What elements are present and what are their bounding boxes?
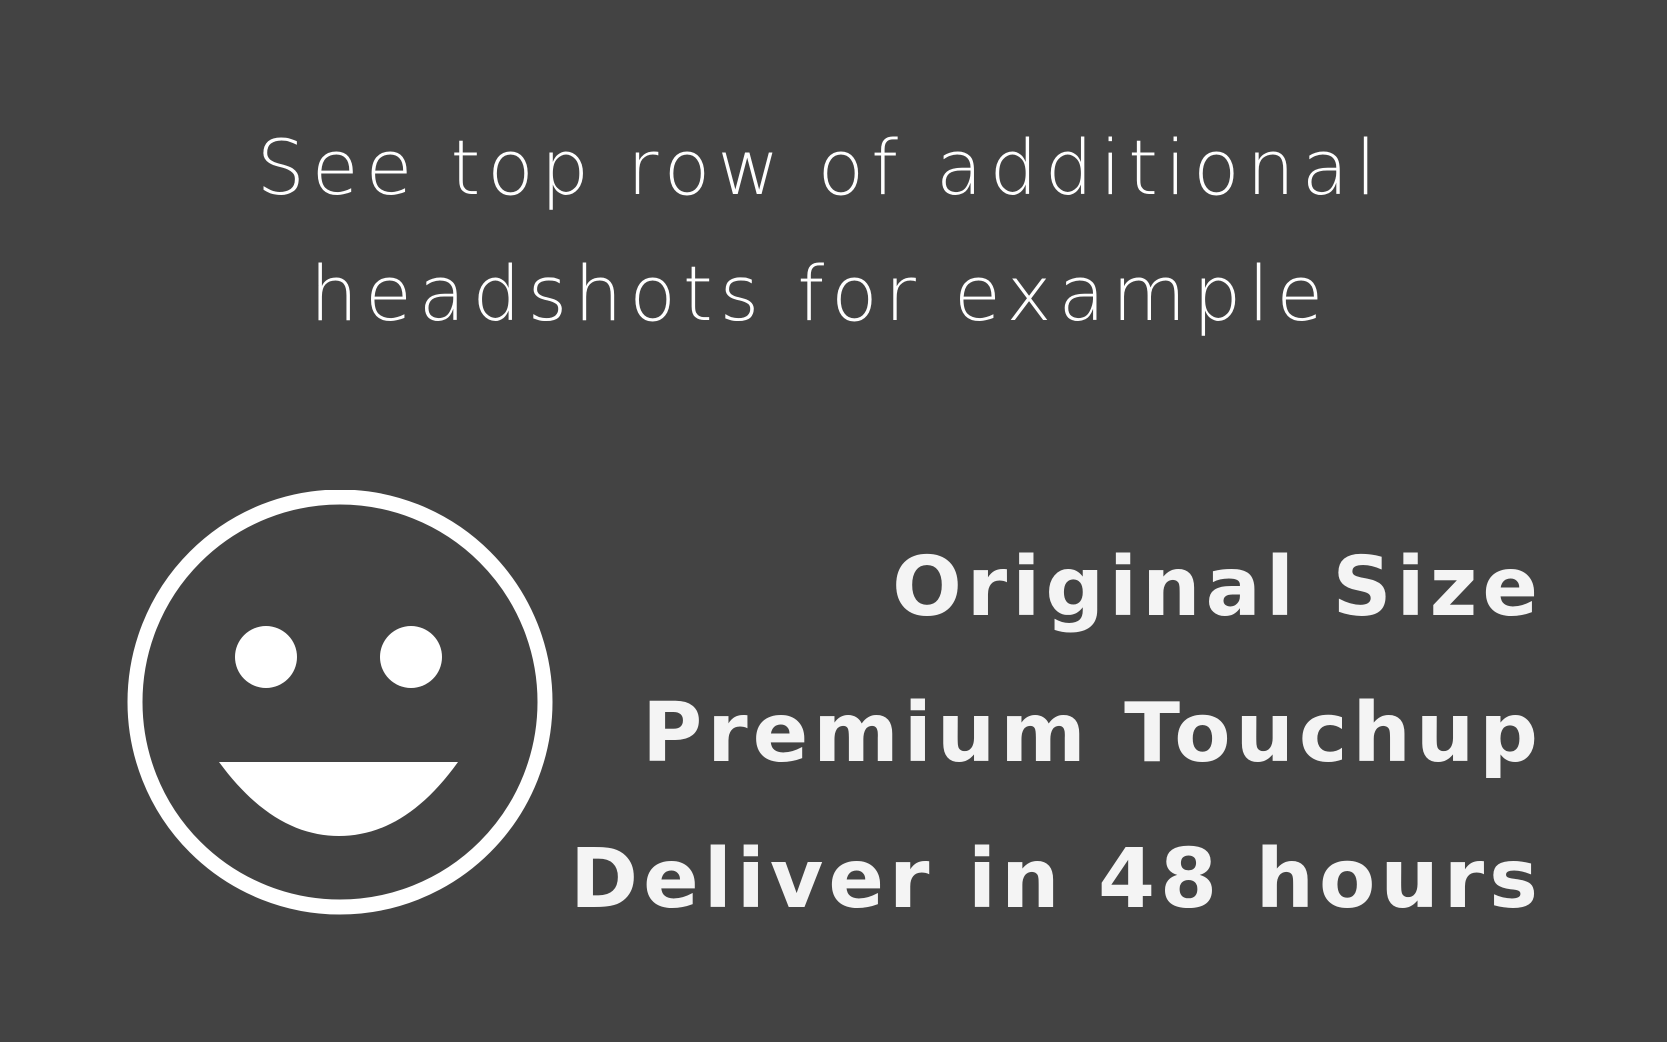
promo-card: See top row of additional headshots for … bbox=[0, 0, 1667, 1042]
feature-list: Original Size Premium Touchup Deliver in… bbox=[570, 515, 1543, 953]
face-outline bbox=[127, 490, 553, 915]
feature-delivery-time: Deliver in 48 hours bbox=[570, 832, 1543, 927]
headline-line-2: headshots for example bbox=[309, 249, 1331, 338]
headline-line-1: See top row of additional bbox=[256, 123, 1384, 212]
left-eye bbox=[235, 626, 297, 688]
feature-premium-touchup: Premium Touchup bbox=[642, 686, 1543, 781]
headline: See top row of additional headshots for … bbox=[150, 105, 1490, 357]
smiley-face-icon bbox=[127, 490, 553, 915]
mouth bbox=[219, 762, 458, 836]
feature-original-size: Original Size bbox=[892, 540, 1543, 635]
right-eye bbox=[380, 626, 442, 688]
